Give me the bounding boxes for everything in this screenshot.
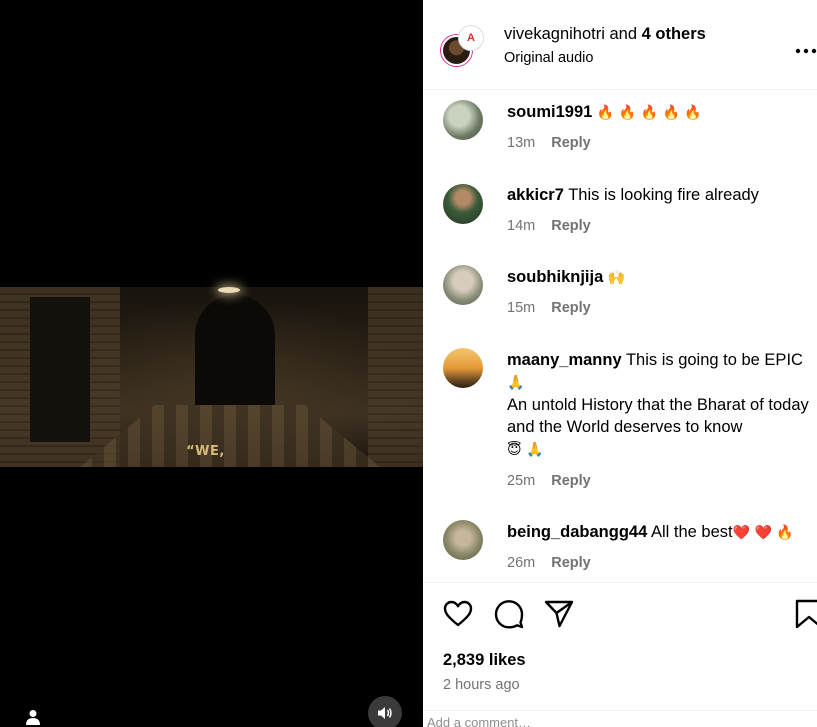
comment-button[interactable] [493,598,525,630]
reply-button[interactable]: Reply [551,135,591,151]
comment-time: 14m [507,218,536,234]
more-horizontal-icon [795,48,817,54]
comment-meta: 13m Reply [507,135,591,151]
comment-meta: 26m Reply [507,555,591,571]
divider [423,710,817,711]
comment-time: 15m [507,300,536,316]
post-author-line: vivekagnihotri and 4 others [504,25,706,44]
heart-icon [443,600,473,627]
video-wall-right [368,287,423,467]
comment-text: soubhiknjija 🙌 [507,266,812,289]
more-options-button[interactable] [795,38,817,59]
comment-time: 26m [507,555,536,571]
comment-emoji: 🙌 [607,270,626,286]
comment-username[interactable]: maany_manny [507,351,622,369]
video-player[interactable]: “WE, [0,0,423,727]
comment-content: This is looking fire already [568,186,759,204]
comment-text: maany_manny This is going to be EPIC 🙏 A… [507,349,812,461]
author-joiner: and [609,25,638,43]
comment-content-line2: An untold History that the Bharat of tod… [507,396,809,436]
add-comment-input[interactable]: Add a comment… [423,715,817,727]
post-timestamp[interactable]: 2 hours ago [443,677,520,693]
save-button[interactable] [793,598,817,630]
audio-link[interactable]: Original audio [504,50,593,66]
avatar[interactable] [443,265,483,305]
audio-toggle-button[interactable] [368,696,402,727]
collab-avatar[interactable]: A [458,25,484,51]
comment-emoji: 🔥 🔥 🔥 🔥 🔥 [596,105,702,121]
comment-time: 13m [507,135,536,151]
comment-meta: 25m Reply [507,473,591,489]
comment-emoji: 🙏 [507,375,525,391]
post-sidebar: A vivekagnihotri and 4 others Original a… [423,0,817,727]
video-frame: “WE, [0,287,423,467]
comment-content: All the best [650,523,733,541]
comment-text: being_dabangg44 All the best❤️ ❤️ 🔥 [507,521,812,544]
bookmark-icon [795,599,817,629]
video-door [30,297,90,442]
comment-icon [494,600,524,629]
reply-button[interactable]: Reply [551,300,591,316]
share-button[interactable] [543,598,575,630]
comment-meta: 15m Reply [507,300,591,316]
avatar[interactable] [443,348,483,388]
likes-count[interactable]: 2,839 likes [443,651,526,670]
comment-meta: 14m Reply [507,218,591,234]
comment-username[interactable]: soubhiknjija [507,268,603,286]
comment-username[interactable]: being_dabangg44 [507,523,647,541]
reply-button[interactable]: Reply [551,218,591,234]
collaborators-link[interactable]: 4 others [642,25,706,43]
comment-emoji: ❤️ ❤️ 🔥 [732,525,794,541]
author-username[interactable]: vivekagnihotri [504,25,605,43]
comment-time: 25m [507,473,536,489]
avatar[interactable] [443,520,483,560]
like-button[interactable] [442,598,474,630]
comment-emoji-line2: 😇 🙏 [507,442,544,458]
avatar[interactable] [443,100,483,140]
tagged-users-icon[interactable] [24,708,42,726]
speaker-icon [378,707,392,719]
comment-content: This is going to be EPIC [625,351,803,369]
avatar[interactable] [443,184,483,224]
video-lamp [218,287,240,293]
video-archway [195,295,275,405]
reply-button[interactable]: Reply [551,473,591,489]
comment-text: soumi1991 🔥 🔥 🔥 🔥 🔥 [507,101,812,124]
comment-username[interactable]: akkicr7 [507,186,564,204]
reply-button[interactable]: Reply [551,555,591,571]
post-header: A vivekagnihotri and 4 others Original a… [423,0,817,90]
comment-text: akkicr7 This is looking fire already [507,184,812,206]
send-icon [544,600,574,628]
comment-username[interactable]: soumi1991 [507,103,592,121]
divider [423,582,817,583]
video-subtitle: “WE, [186,444,225,459]
